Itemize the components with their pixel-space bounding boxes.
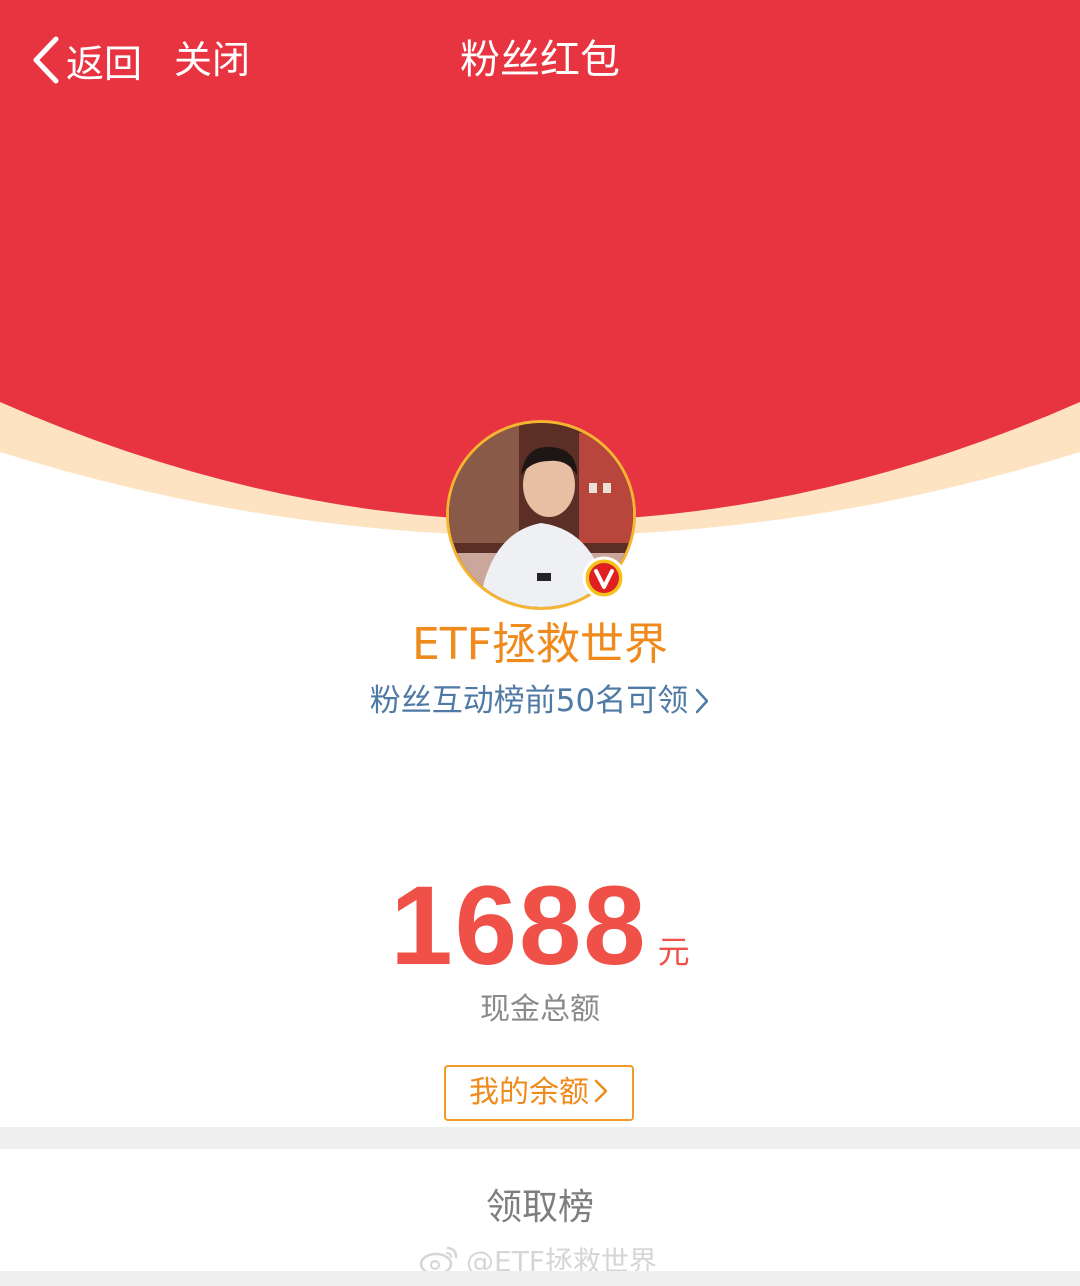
chevron-right-icon bbox=[594, 1079, 608, 1103]
verified-v-badge-icon bbox=[582, 556, 626, 600]
username[interactable]: ETF拯救世界 bbox=[0, 617, 1080, 673]
cash-amount-row: 1688 元 bbox=[0, 866, 1080, 986]
fan-rank-link[interactable]: 粉丝互动榜前50名可领 bbox=[0, 678, 1080, 724]
chevron-right-icon bbox=[695, 688, 709, 714]
page-title: 粉丝红包 bbox=[460, 37, 620, 83]
bottom-divider bbox=[0, 1271, 1080, 1286]
section-divider bbox=[0, 1127, 1080, 1149]
leaderboard-title: 领取榜 bbox=[485, 1187, 594, 1228]
fan-rank-link-label: 粉丝互动榜前50名可领 bbox=[369, 683, 689, 719]
cash-amount: 1688 bbox=[390, 863, 648, 988]
top-nav-bar: 返回 关闭 粉丝红包 bbox=[0, 0, 1080, 120]
avatar-container[interactable] bbox=[446, 420, 636, 610]
cash-amount-label: 现金总额 bbox=[480, 992, 600, 1027]
red-packet-page: 返回 关闭 粉丝红包 ETF拯救世界 粉丝互动榜前50名可领 1688 元 现金… bbox=[0, 0, 1080, 1286]
my-balance-button[interactable]: 我的余额 bbox=[444, 1065, 634, 1121]
my-balance-label: 我的余额 bbox=[469, 1075, 589, 1110]
currency-unit: 元 bbox=[657, 933, 690, 971]
